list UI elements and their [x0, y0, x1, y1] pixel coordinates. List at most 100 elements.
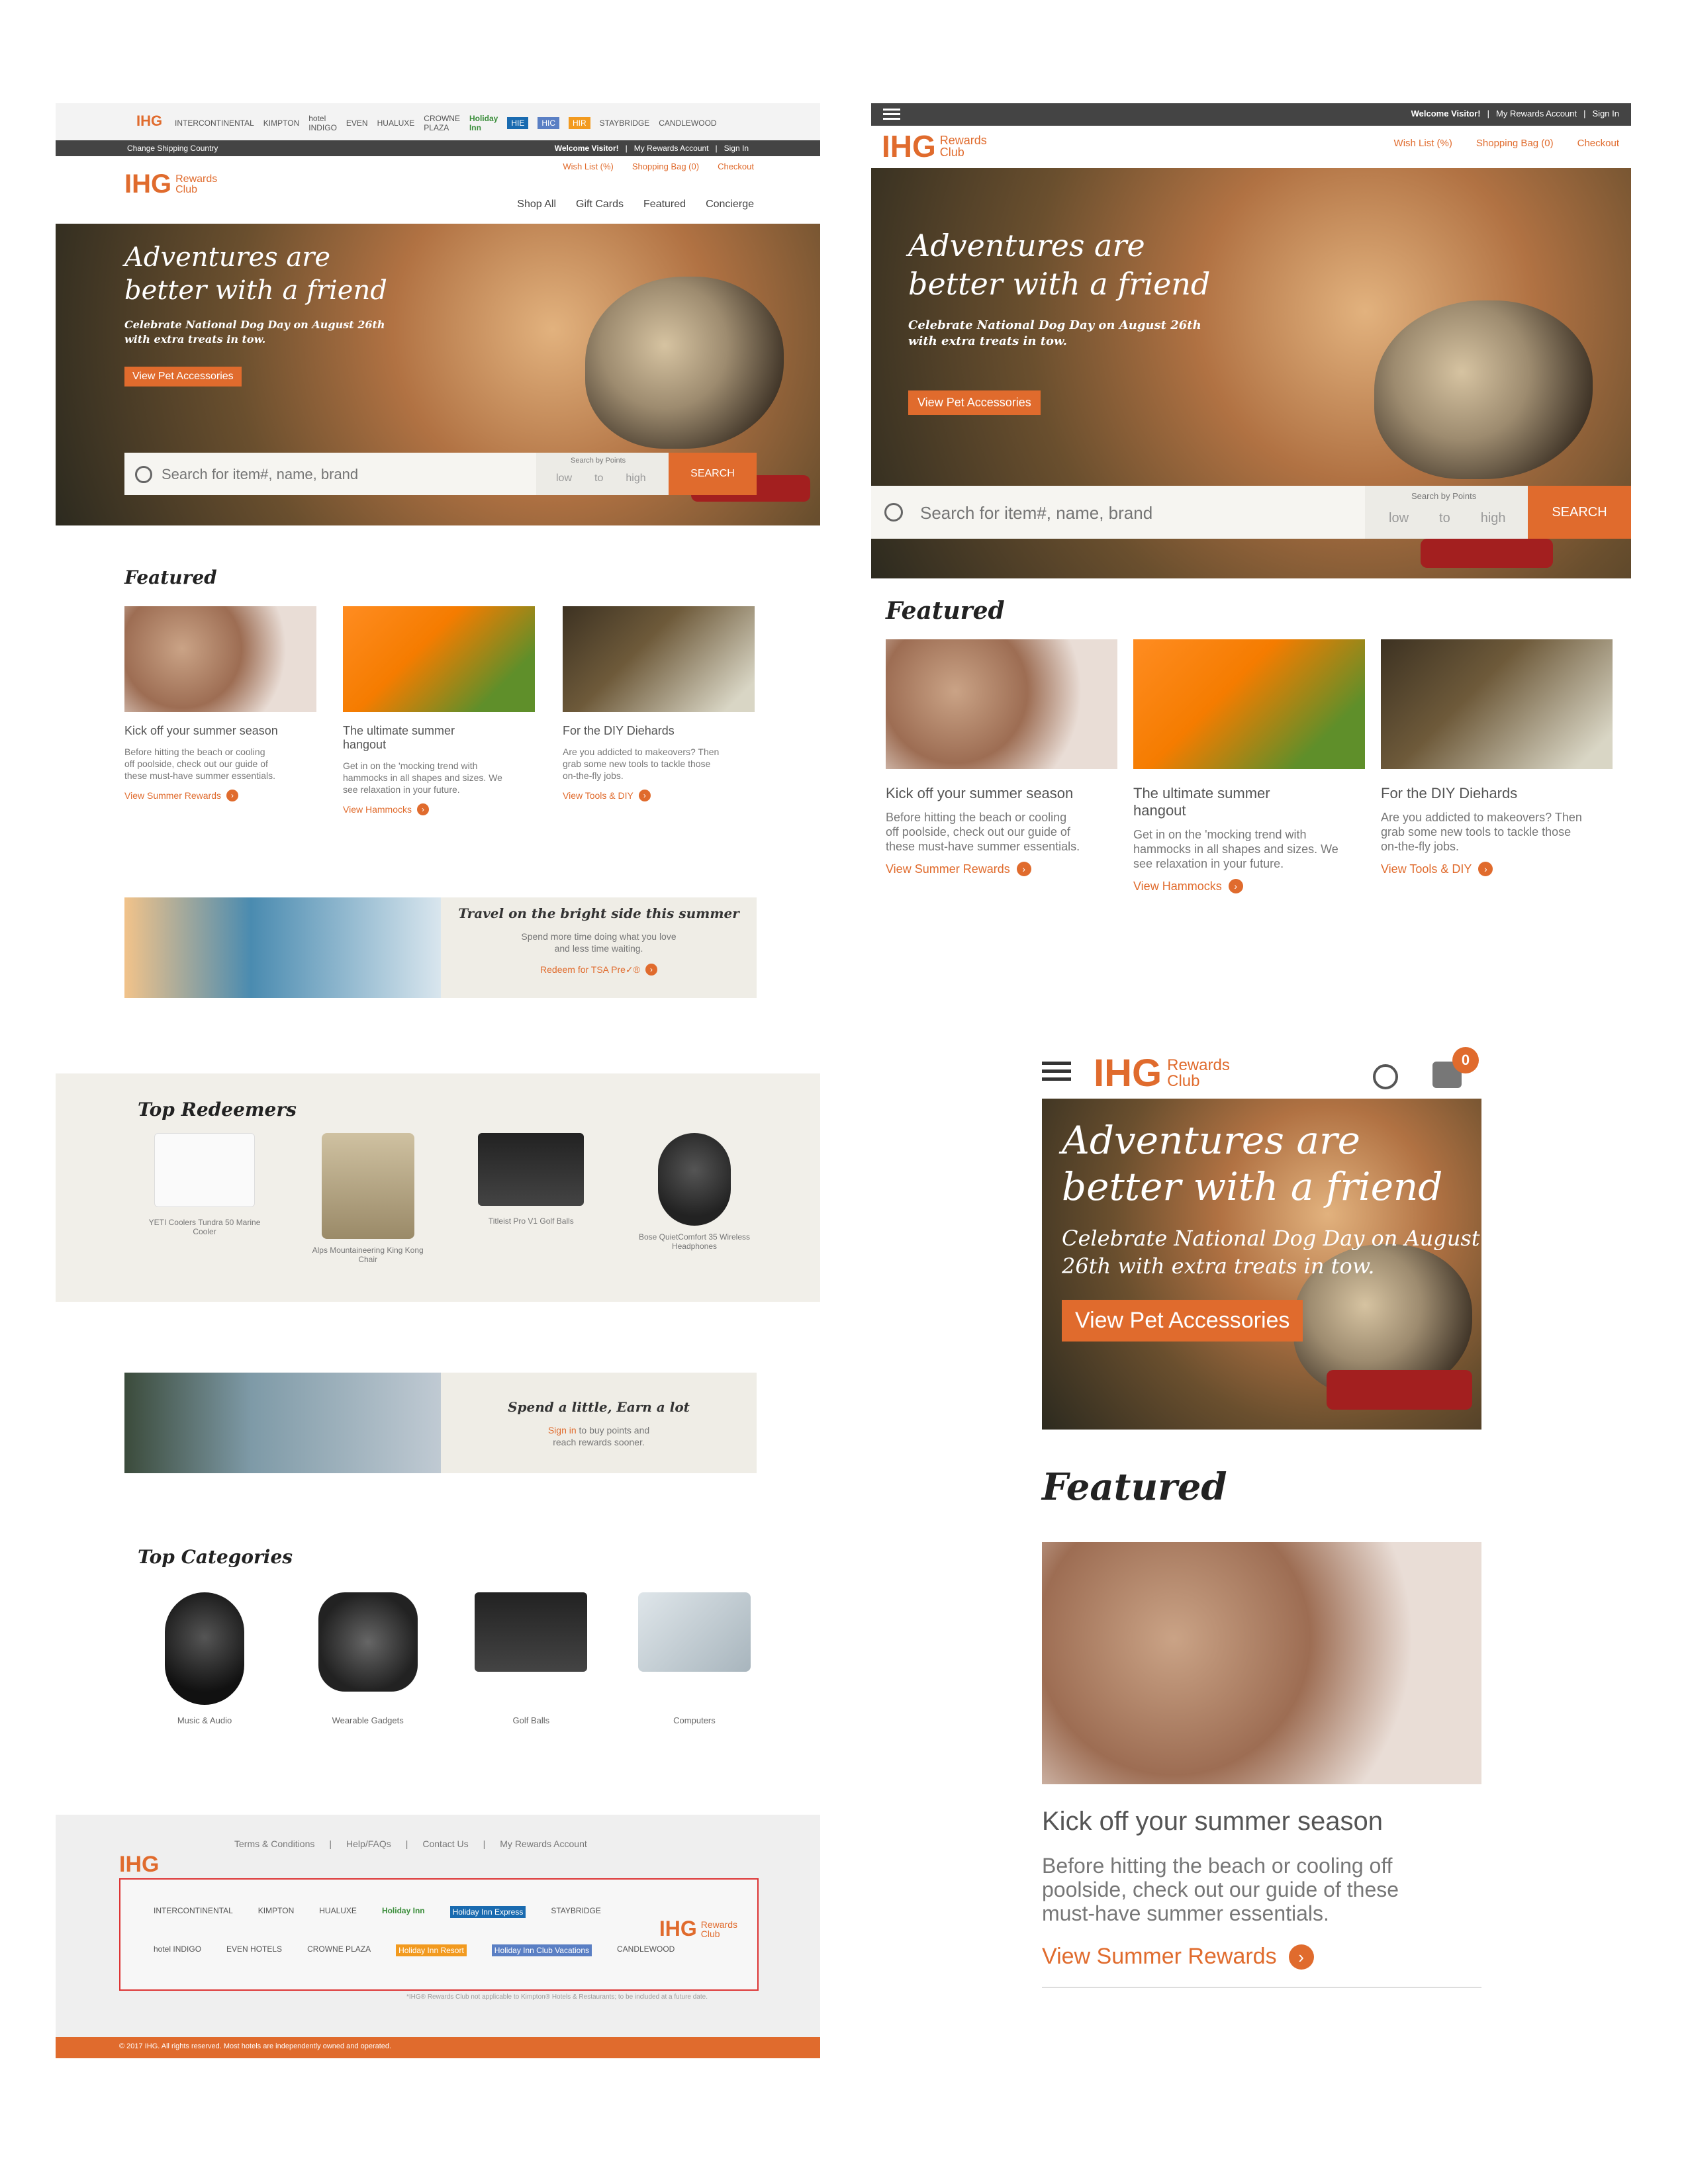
brand-holiday-inn-club[interactable]: Holiday Inn Club Vacations [491, 1944, 592, 1956]
arrow-right-icon: › [226, 790, 239, 801]
checkout-link[interactable]: Checkout [718, 161, 754, 171]
view-tools-link[interactable]: View Tools & DIY › [563, 790, 774, 801]
nav-featured[interactable]: Featured [643, 199, 686, 210]
brand-logo-crowne-plaza[interactable]: CROWNE PLAZA [424, 114, 460, 132]
wishlist-link[interactable]: Wish List (%) [1394, 138, 1452, 149]
brand-logo-staybridge[interactable]: STAYBRIDGE [600, 118, 650, 128]
shopping-bag-link[interactable]: Shopping Bag (0) [632, 161, 699, 171]
brand-candlewood[interactable]: CANDLEWOOD [617, 1944, 675, 1956]
footer-ihg-logo[interactable]: IHG [119, 1852, 159, 1878]
search-icon[interactable] [884, 503, 903, 522]
sign-in-link[interactable]: Sign in [548, 1425, 577, 1435]
view-tools-link[interactable]: View Tools & DIY › [1381, 862, 1619, 876]
featured-image-summer[interactable] [886, 639, 1117, 769]
redeemer-item-golf-balls[interactable]: Titleist Pro V1 Golf Balls [461, 1133, 600, 1252]
redeemer-item-chair[interactable]: Alps Mountaineering King Kong Chair [299, 1133, 438, 1264]
mobile-header: IHG Rewards Club 0 [1042, 1039, 1481, 1099]
points-high-input[interactable]: high [626, 473, 645, 484]
brand-logo-kimpton[interactable]: KIMPTON [263, 118, 299, 128]
brand-logo-intercontinental[interactable]: INTERCONTINENTAL [175, 118, 254, 128]
brand-even[interactable]: EVEN HOTELS [226, 1944, 282, 1956]
footer-link-terms[interactable]: Terms & Conditions [234, 1839, 314, 1849]
search-button[interactable]: SEARCH [1528, 486, 1631, 539]
points-low-input[interactable]: low [1389, 511, 1409, 526]
checkout-link[interactable]: Checkout [1577, 138, 1619, 149]
featured-image-summer[interactable] [1042, 1542, 1481, 1784]
brand-hotel-indigo[interactable]: hotel INDIGO [154, 1944, 201, 1956]
view-pet-accessories-button[interactable]: View Pet Accessories [124, 367, 242, 387]
nav-concierge[interactable]: Concierge [706, 199, 754, 210]
redeemer-item-cooler[interactable]: YETI Coolers Tundra 50 Marine Cooler [135, 1133, 274, 1252]
brand-logo-holiday-inn-express[interactable]: HIE [507, 117, 529, 129]
brand-logo-candlewood[interactable]: CANDLEWOOD [659, 118, 716, 128]
footer-rewards-logo[interactable]: IHG Rewards Club [659, 1917, 737, 1941]
brand-intercontinental[interactable]: INTERCONTINENTAL [154, 1906, 233, 1918]
brand-logo-hotel-indigo[interactable]: hotel INDIGO [308, 114, 337, 132]
featured-image-hammock[interactable] [1133, 639, 1365, 769]
brand-logo-ihg[interactable]: IHG [136, 113, 162, 130]
brand-holiday-inn-resort[interactable]: Holiday Inn Resort [396, 1944, 467, 1956]
view-summer-rewards-link[interactable]: View Summer Rewards › [886, 862, 1117, 876]
nav-gift-cards[interactable]: Gift Cards [576, 199, 624, 210]
featured-image-diy[interactable] [1381, 639, 1613, 769]
my-rewards-account-link[interactable]: My Rewards Account [634, 144, 709, 153]
redeem-tsa-link[interactable]: Redeem for TSA Pre✓® › [441, 964, 757, 976]
sign-in-link[interactable]: Sign In [1593, 109, 1619, 118]
sign-in-link[interactable]: Sign In [724, 144, 749, 153]
label-line: Titleist Pro V1 Golf Balls [488, 1216, 574, 1226]
brand-kimpton[interactable]: KIMPTON [258, 1906, 294, 1918]
wishlist-link[interactable]: Wish List (%) [563, 161, 614, 171]
brand-logo-even[interactable]: EVEN [346, 118, 368, 128]
search-button[interactable]: SEARCH [669, 453, 757, 495]
ihg-rewards-logo[interactable]: IHG Rewards Club [1094, 1051, 1230, 1095]
search-icon[interactable] [135, 466, 152, 483]
footer-link-account[interactable]: My Rewards Account [500, 1839, 587, 1849]
view-pet-accessories-button[interactable]: View Pet Accessories [1062, 1300, 1303, 1342]
brand-staybridge[interactable]: STAYBRIDGE [551, 1906, 601, 1918]
redeemer-item-headphones[interactable]: Bose QuietComfort 35 Wireless Headphones [625, 1133, 764, 1252]
featured-image-hammock[interactable] [343, 606, 535, 712]
footer-link-help[interactable]: Help/FAQs [346, 1839, 391, 1849]
brand-holiday-inn-express[interactable]: Holiday Inn Express [449, 1906, 526, 1918]
ihg-rewards-logo[interactable]: IHG Rewards Club [124, 169, 217, 199]
category-computers[interactable]: Computers [625, 1592, 764, 1725]
featured-image-diy[interactable] [563, 606, 755, 712]
my-rewards-account-link[interactable]: My Rewards Account [1496, 109, 1577, 118]
change-country-link[interactable]: Change Shipping Country [127, 144, 218, 153]
view-summer-rewards-link[interactable]: View Summer Rewards › [1042, 1944, 1481, 1970]
view-hammocks-link[interactable]: View Hammocks › [1133, 879, 1372, 893]
brand-logo-holiday-inn-resort[interactable]: HIR [569, 117, 590, 129]
featured-image-summer[interactable] [124, 606, 316, 712]
footer-link-contact[interactable]: Contact Us [422, 1839, 468, 1849]
view-hammocks-link[interactable]: View Hammocks › [343, 803, 548, 815]
brand-logo-holiday-inn[interactable]: Holiday Inn [469, 114, 498, 132]
brand-logo-hualuxe[interactable]: HUALUXE [377, 118, 415, 128]
search-input[interactable] [919, 498, 1332, 528]
arrow-right-icon: › [638, 790, 651, 801]
ihg-rewards-logo[interactable]: IHG Rewards Club [882, 128, 987, 164]
category-music-audio[interactable]: Music & Audio [135, 1592, 274, 1725]
hamburger-icon[interactable] [883, 109, 900, 120]
brand-logo-holiday-inn-club[interactable]: HIC [538, 117, 559, 129]
view-pet-accessories-button[interactable]: View Pet Accessories [908, 390, 1041, 415]
brand-hualuxe[interactable]: HUALUXE [319, 1906, 357, 1918]
divider: | [329, 1839, 332, 1849]
right-tablet-page: Welcome Visitor! | My Rewards Account | … [871, 103, 1631, 911]
search-input[interactable] [160, 462, 534, 487]
nav-shop-all[interactable]: Shop All [517, 199, 556, 210]
tablet-top-bar: Welcome Visitor! | My Rewards Account | … [871, 103, 1631, 126]
points-high-input[interactable]: high [1481, 511, 1506, 526]
category-wearables[interactable]: Wearable Gadgets [299, 1592, 438, 1725]
category-golf-balls[interactable]: Golf Balls [461, 1592, 600, 1725]
divider: | [625, 144, 628, 153]
hamburger-icon[interactable] [1042, 1062, 1071, 1081]
featured-card-title-2: hangout [343, 738, 387, 751]
shopping-bag-link[interactable]: Shopping Bag (0) [1476, 138, 1554, 149]
search-icon[interactable] [1373, 1064, 1398, 1089]
brand-crowne-plaza[interactable]: CROWNE PLAZA [307, 1944, 371, 1956]
brand-holiday-inn[interactable]: Holiday Inn [382, 1906, 425, 1918]
footer-copyright: © 2017 IHG. All rights reserved. Most ho… [119, 2042, 392, 2050]
points-low-input[interactable]: low [556, 473, 572, 484]
view-summer-rewards-link[interactable]: View Summer Rewards › [124, 790, 323, 801]
banner-travel-title: Travel on the bright side this summer [458, 905, 739, 921]
